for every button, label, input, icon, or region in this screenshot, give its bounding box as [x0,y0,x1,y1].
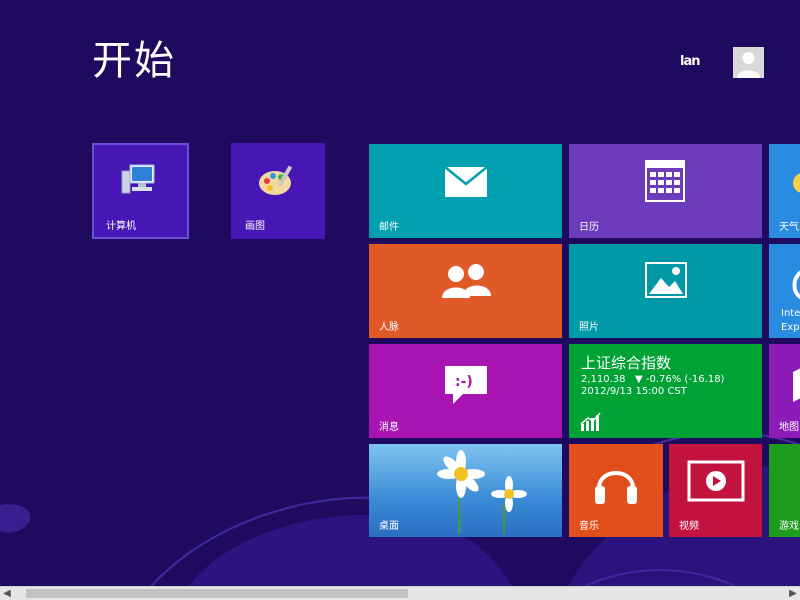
tile-maps[interactable]: 地图 [769,344,800,438]
tile-label: 音乐 [579,521,599,532]
tile-finance[interactable]: 上证综合指数 2,110.38 ▼ -0.76% (-16.18) 2012/9… [569,344,762,438]
user-avatar-icon[interactable] [733,47,764,78]
tile-label: 人脉 [379,322,399,333]
tile-label: 日历 [579,222,599,233]
tile-people[interactable]: 人脉 [369,244,562,338]
finance-index-name: 上证综合指数 [581,354,672,372]
tile-label: 邮件 [379,222,399,233]
tile-games[interactable]: 游戏 [769,444,800,537]
tile-label: 地图 [779,422,799,433]
sun-icon [793,173,800,193]
tile-video[interactable]: 视频 [669,444,762,537]
tile-label: 画图 [245,221,265,232]
tile-messaging[interactable]: :-) 消息 [369,344,562,438]
page-title: 开始 [92,38,176,84]
tile-label: 照片 [579,322,599,333]
tile-music[interactable]: 音乐 [569,444,663,537]
tile-label: Inter [781,308,800,319]
internet-explorer-icon [792,270,800,300]
speech-bubble-icon: :-) [445,366,487,404]
envelope-icon [444,166,488,197]
finance-change: ▼ -0.76% (-16.18) [635,374,725,385]
scroll-thumb[interactable] [26,589,408,598]
tile-mail[interactable]: 邮件 [369,144,562,238]
computer-monitor-icon [121,164,155,194]
scroll-right-arrow-icon[interactable]: ▶ [786,587,800,600]
tile-desktop[interactable]: 桌面 [369,444,562,537]
tile-photos[interactable]: 照片 [569,244,762,338]
tile-internet-explorer[interactable]: Inter Expl [769,244,800,338]
picture-icon [645,262,687,298]
tile-label: 消息 [379,422,399,433]
tile-weather[interactable]: 天气 [769,144,800,238]
headphones-icon [595,471,637,504]
paint-palette-icon [259,165,293,195]
tile-label: 计算机 [106,221,136,232]
tile-calendar[interactable]: 日历 [569,144,762,238]
tile-label: 桌面 [379,521,399,532]
tile-paint[interactable]: 画图 [231,143,325,239]
tile-label: 游戏 [779,521,799,532]
tile-label: Expl [781,322,800,333]
people-icon [442,264,491,298]
tile-computer[interactable]: 计算机 [92,143,189,239]
tile-label: 天气 [779,222,799,233]
calendar-grid-icon [645,160,685,202]
tile-label: 视频 [679,521,699,532]
bar-chart-icon [580,412,601,431]
finance-value: 2,110.38 [581,374,626,385]
play-button-icon [687,460,745,502]
daisy-flowers-image [437,450,527,535]
horizontal-scrollbar[interactable]: ◀ ▶ [0,586,800,600]
scroll-left-arrow-icon[interactable]: ◀ [0,587,14,600]
map-icon [793,368,800,402]
svg-text::-): :-) [455,374,473,390]
user-name[interactable]: lan [680,52,701,72]
finance-timestamp: 2012/9/13 15:00 CST [581,386,687,397]
